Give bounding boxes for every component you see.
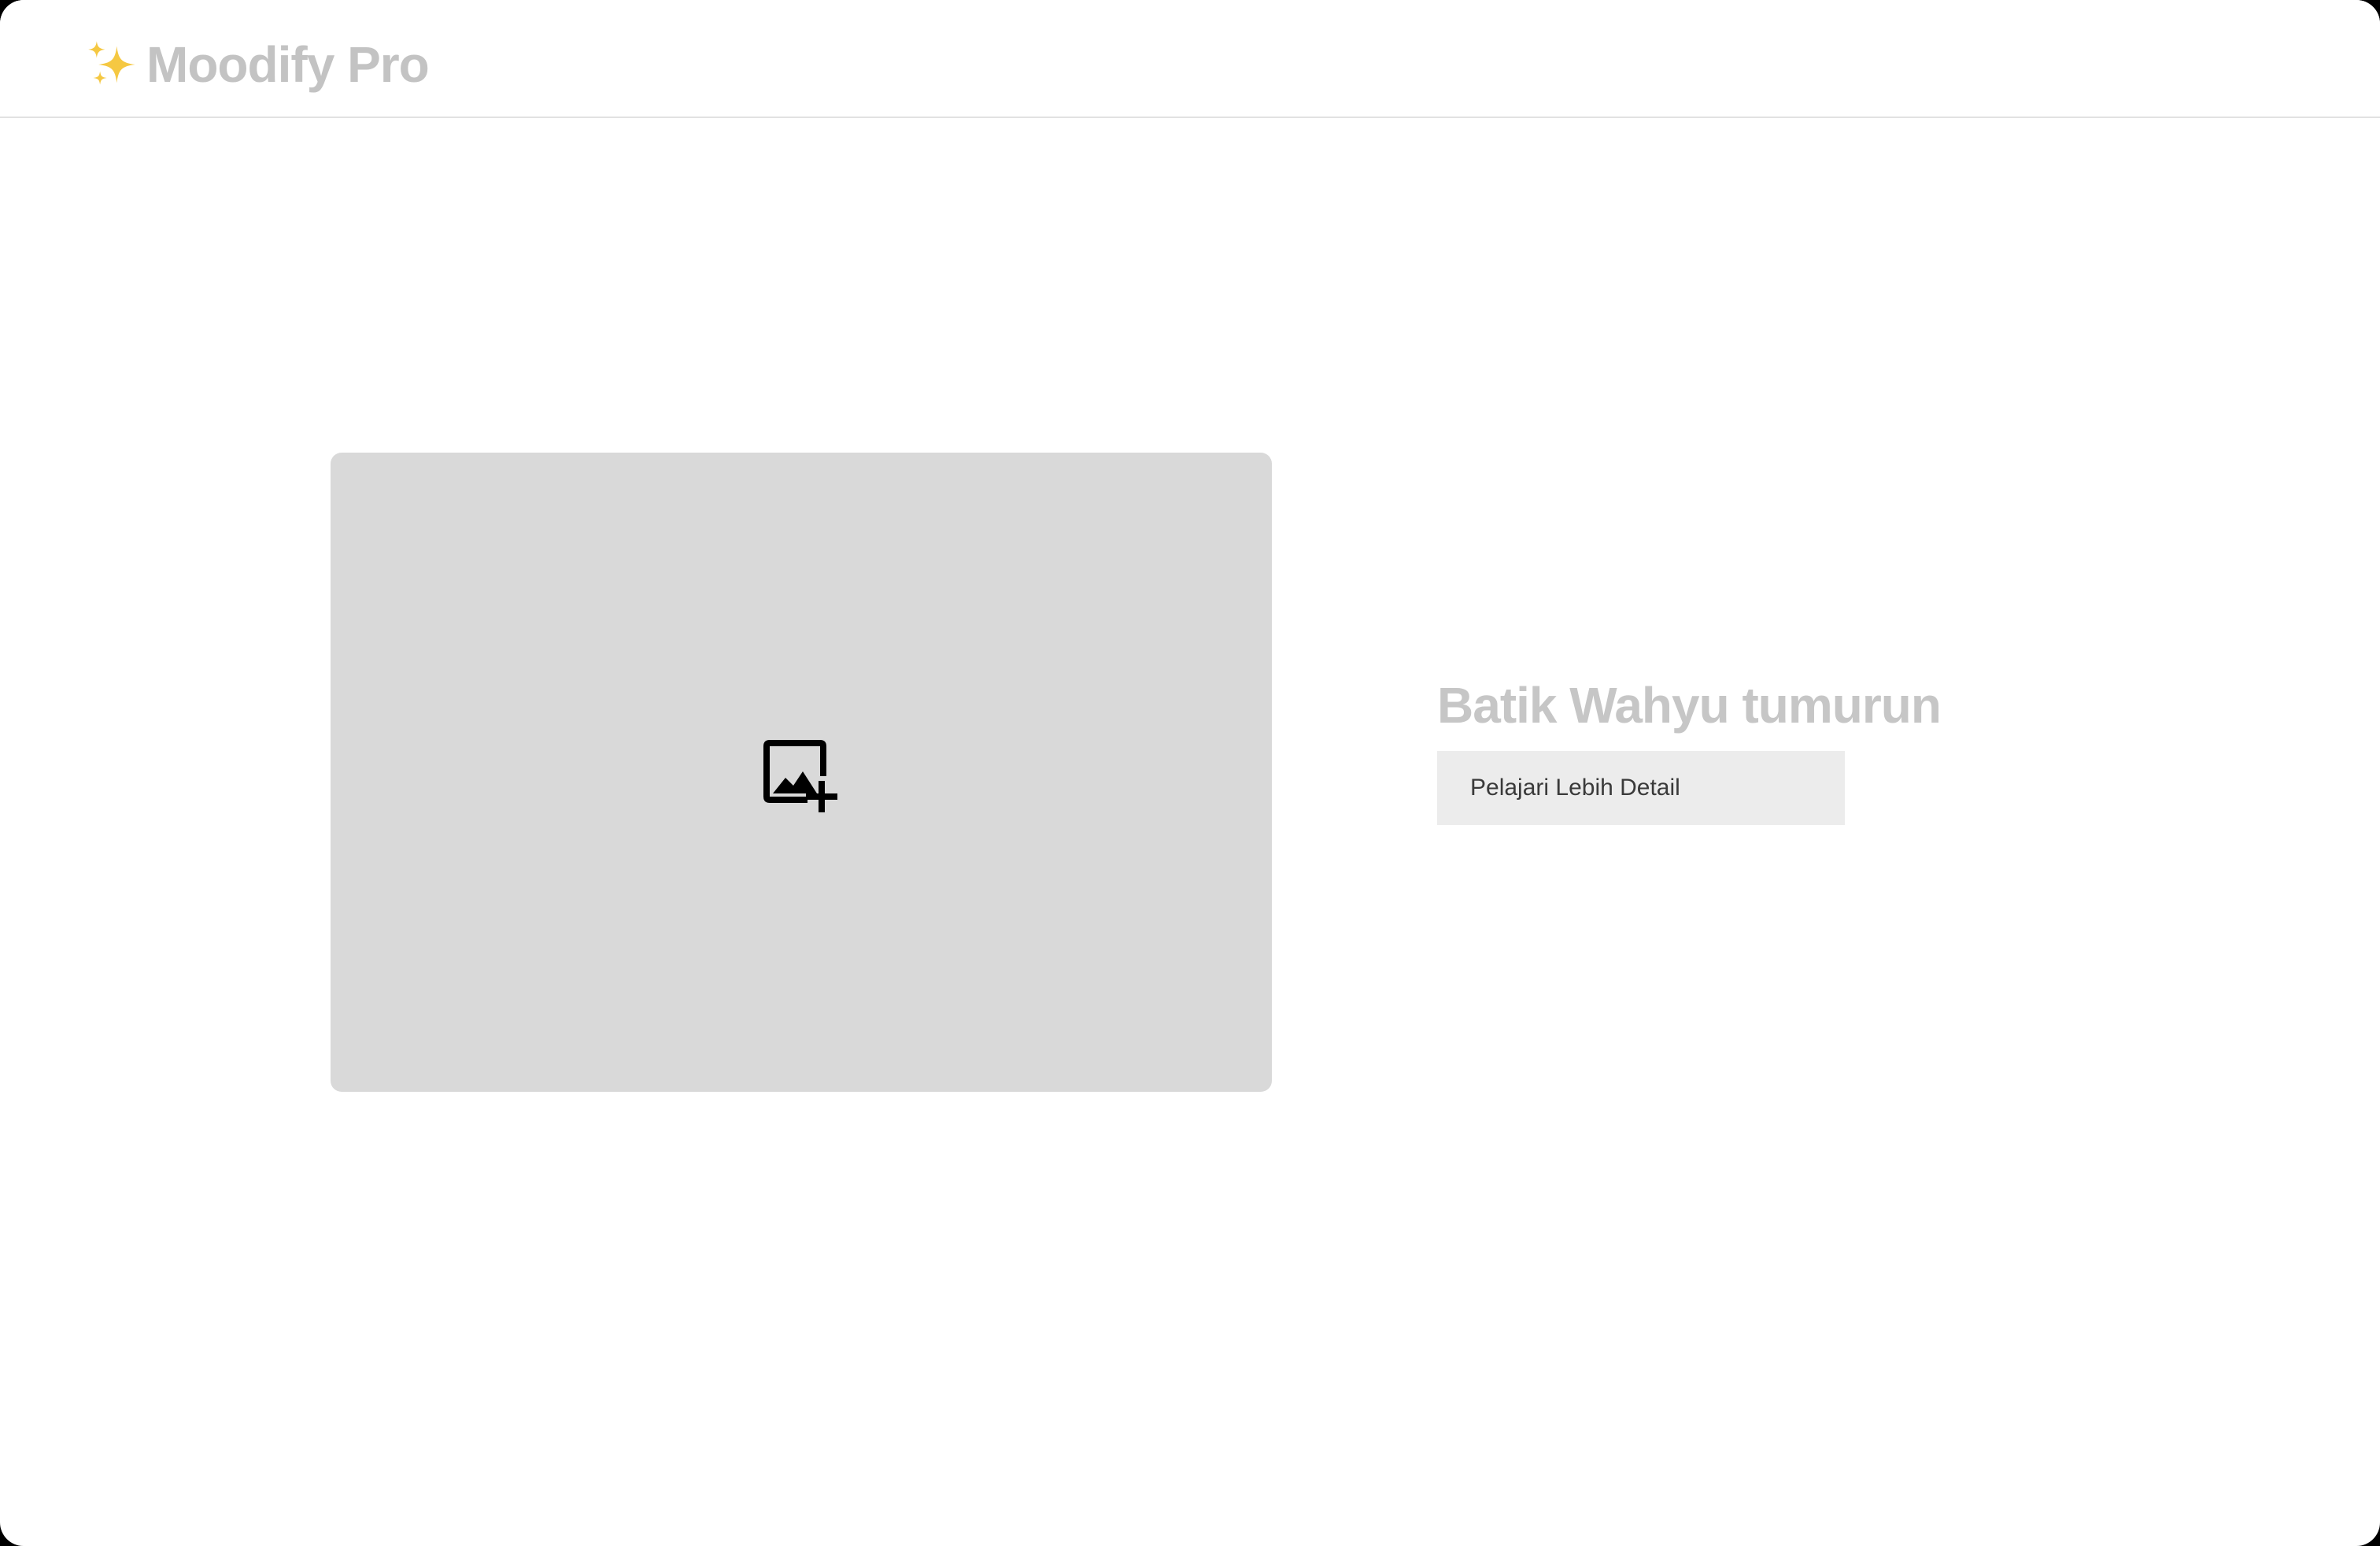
app-window: Moodify Pro Batik Wahyu tumurun Pelajari…	[0, 0, 2380, 1546]
image-upload-area[interactable]	[331, 453, 1272, 1092]
top-navbar: Moodify Pro	[0, 0, 2380, 118]
product-title: Batik Wahyu tumurun	[1437, 677, 1942, 734]
learn-more-button[interactable]: Pelajari Lebih Detail	[1437, 751, 1845, 825]
add-photo-icon[interactable]	[757, 734, 845, 822]
brand-logo[interactable]: Moodify Pro	[85, 31, 430, 98]
brand-name: Moodify Pro	[146, 36, 430, 93]
sparkles-icon	[88, 41, 135, 85]
